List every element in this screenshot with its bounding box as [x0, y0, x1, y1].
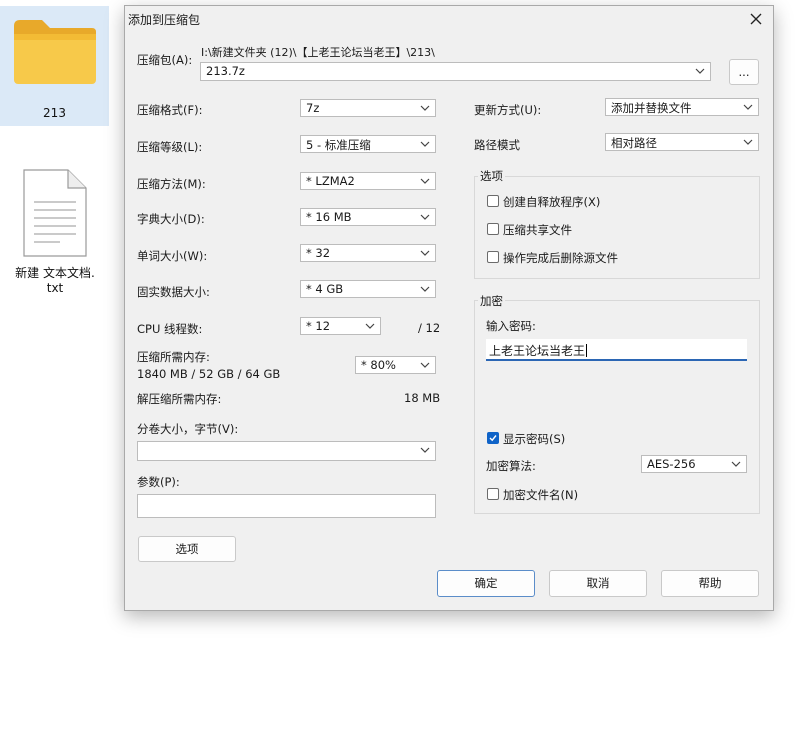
- delete-source-checkbox[interactable]: [487, 251, 499, 263]
- method-label: 压缩方法(M):: [137, 177, 206, 191]
- desktop-text-file[interactable]: 新建 文本文档. txt: [5, 168, 105, 298]
- solid-label: 固实数据大小:: [137, 285, 210, 299]
- shared-checkbox[interactable]: [487, 223, 499, 235]
- archive-name-value: 213.7z: [206, 64, 245, 78]
- archive-label: 压缩包(A):: [137, 53, 193, 67]
- update-label: 更新方式(U):: [474, 103, 542, 117]
- chevron-down-icon: [420, 105, 430, 111]
- path-mode-select[interactable]: 相对路径: [605, 133, 759, 151]
- params-label: 参数(P):: [137, 475, 180, 489]
- archive-path: I:\新建文件夹 (12)\【上老王论坛当老王】\213\: [201, 46, 435, 59]
- chevron-down-icon: [743, 104, 753, 110]
- file-label-line2: txt: [46, 281, 64, 295]
- dict-value: * 16 MB: [306, 210, 352, 224]
- decomp-value: 18 MB: [404, 391, 441, 405]
- solid-select[interactable]: * 4 GB: [300, 280, 436, 298]
- solid-value: * 4 GB: [306, 282, 344, 296]
- text-cursor: [586, 344, 588, 357]
- update-select[interactable]: 添加并替换文件: [605, 98, 759, 116]
- text-file-icon: [23, 169, 87, 257]
- show-password-checkbox[interactable]: [487, 432, 499, 444]
- title-bar[interactable]: 添加到压缩包: [125, 6, 773, 32]
- file-label-line1: 新建 文本文档.: [15, 266, 95, 280]
- chevron-down-icon: [420, 286, 430, 292]
- dict-label: 字典大小(D):: [137, 212, 205, 226]
- add-to-archive-dialog: 添加到压缩包 压缩包(A): I:\新建文件夹 (12)\【上老王论坛当老王】\…: [124, 5, 774, 611]
- word-value: * 32: [306, 246, 331, 260]
- cpu-label: CPU 线程数:: [137, 322, 203, 336]
- split-combobox[interactable]: [137, 441, 436, 461]
- format-value: 7z: [306, 101, 320, 115]
- folder-label: 213: [43, 106, 66, 120]
- dialog-title: 添加到压缩包: [128, 13, 201, 27]
- delete-source-label: 操作完成后删除源文件: [503, 251, 618, 265]
- params-input[interactable]: [137, 494, 436, 518]
- mem-label: 压缩所需内存:: [137, 350, 210, 364]
- path-mode-value: 相对路径: [611, 136, 657, 150]
- algo-label: 加密算法:: [486, 459, 536, 473]
- chevron-down-icon: [695, 68, 705, 74]
- password-value: 上老王论坛当老王: [489, 344, 586, 358]
- split-label: 分卷大小，字节(V):: [137, 422, 239, 436]
- sfx-label: 创建自释放程序(X): [503, 195, 601, 209]
- dict-select[interactable]: * 16 MB: [300, 208, 436, 226]
- shared-label: 压缩共享文件: [503, 223, 572, 237]
- algo-value: AES-256: [647, 457, 696, 471]
- update-value: 添加并替换文件: [611, 101, 692, 115]
- checkmark-icon: [489, 435, 497, 442]
- encrypt-names-checkbox[interactable]: [487, 488, 499, 500]
- archive-name-combobox[interactable]: 213.7z: [200, 62, 711, 81]
- format-select[interactable]: 7z: [300, 99, 436, 117]
- word-select[interactable]: * 32: [300, 244, 436, 262]
- password-label: 输入密码:: [486, 319, 536, 333]
- show-password-label: 显示密码(S): [503, 432, 566, 446]
- options-button[interactable]: 选项: [138, 536, 236, 562]
- chevron-down-icon: [420, 214, 430, 220]
- encrypt-names-label: 加密文件名(N): [503, 488, 579, 502]
- cpu-total: / 12: [418, 321, 441, 335]
- level-select[interactable]: 5 - 标准压缩: [300, 135, 436, 153]
- chevron-down-icon: [365, 323, 375, 329]
- mem-value: * 80%: [361, 358, 396, 372]
- level-label: 压缩等级(L):: [137, 140, 203, 154]
- chevron-down-icon: [420, 250, 430, 256]
- mem-detail: 1840 MB / 52 GB / 64 GB: [137, 367, 281, 381]
- chevron-down-icon: [420, 447, 430, 453]
- method-value: * LZMA2: [306, 174, 355, 188]
- chevron-down-icon: [420, 178, 430, 184]
- encryption-group-title: 加密: [478, 293, 505, 309]
- browse-button[interactable]: ...: [729, 59, 759, 85]
- format-label: 压缩格式(F):: [137, 103, 203, 117]
- close-icon[interactable]: [745, 8, 767, 30]
- cpu-select[interactable]: * 12: [300, 317, 381, 335]
- cancel-button[interactable]: 取消: [549, 570, 647, 597]
- help-button[interactable]: 帮助: [661, 570, 759, 597]
- chevron-down-icon: [731, 461, 741, 467]
- folder-icon: [13, 20, 96, 84]
- word-label: 单词大小(W):: [137, 249, 208, 263]
- cpu-value: * 12: [306, 319, 331, 333]
- decomp-label: 解压缩所需内存:: [137, 392, 222, 406]
- options-group-title: 选项: [478, 168, 505, 184]
- chevron-down-icon: [420, 362, 430, 368]
- desktop-folder-213[interactable]: 213: [0, 6, 109, 126]
- path-mode-label: 路径模式: [474, 138, 520, 152]
- chevron-down-icon: [420, 141, 430, 147]
- ok-button[interactable]: 确定: [437, 570, 535, 597]
- sfx-checkbox[interactable]: [487, 195, 499, 207]
- level-value: 5 - 标准压缩: [306, 138, 371, 152]
- method-select[interactable]: * LZMA2: [300, 172, 436, 190]
- algo-select[interactable]: AES-256: [641, 455, 747, 473]
- password-input[interactable]: 上老王论坛当老王: [486, 339, 747, 361]
- mem-select[interactable]: * 80%: [355, 356, 436, 374]
- chevron-down-icon: [743, 139, 753, 145]
